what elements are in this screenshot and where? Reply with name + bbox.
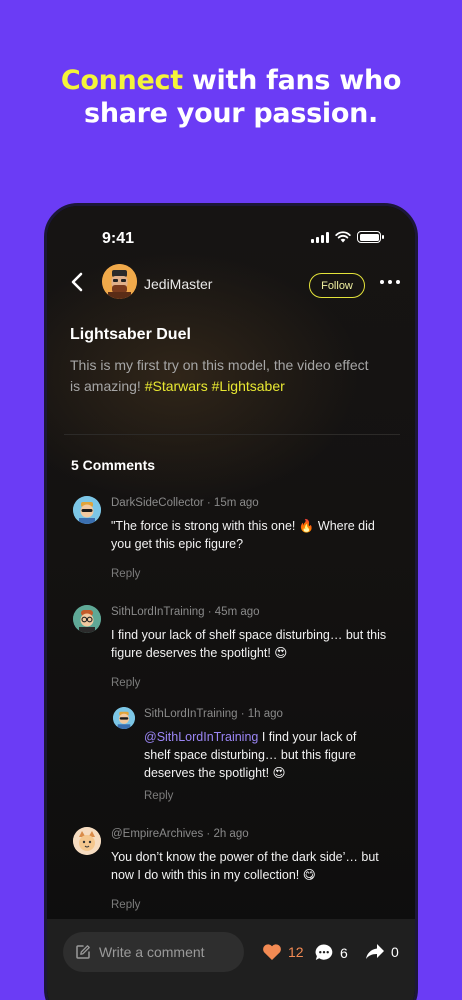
headline-line1: with fans who xyxy=(182,65,402,96)
headline-line2: share your passion. xyxy=(84,98,378,129)
status-time: 9:41 xyxy=(102,230,135,247)
divider xyxy=(64,434,400,435)
reply-button[interactable]: Reply xyxy=(111,677,140,689)
post-body: This is my first try on this model, the … xyxy=(70,355,370,397)
comment-text: You don’t know the power of the dark sid… xyxy=(111,850,379,882)
share-count: 0 xyxy=(391,943,399,960)
author-name[interactable]: JediMaster xyxy=(144,276,212,292)
follow-button[interactable]: Follow xyxy=(309,273,365,298)
more-options-icon[interactable] xyxy=(380,280,400,284)
comment-meta: DarkSideCollector · 15m ago xyxy=(111,497,259,509)
share-arrow-icon xyxy=(366,944,384,959)
user-mention[interactable]: @SithLordInTraining xyxy=(144,730,258,744)
comment-meta: SithLordInTraining · 1h ago xyxy=(144,708,283,720)
headline: Connect with fans who share your passion… xyxy=(0,64,462,130)
comment-text: "The force is strong with this one! 🔥 Wh… xyxy=(111,519,375,551)
chat-bubble-icon xyxy=(315,944,333,960)
comment-time: 15m ago xyxy=(213,497,259,509)
comment-text: @SithLordInTraining I find your lack of … xyxy=(144,728,376,782)
comment-meta: SithLordInTraining · 45m ago xyxy=(111,606,260,618)
post-screen: 9:41 JediMaster Follow Lightsaber Duel T… xyxy=(47,206,415,1000)
cellular-signal-icon xyxy=(311,231,329,243)
wifi-icon xyxy=(335,231,351,243)
comment-count: 6 xyxy=(340,944,348,961)
author-avatar[interactable] xyxy=(102,264,137,299)
commenter-avatar[interactable] xyxy=(73,827,101,855)
comments-button[interactable]: 6 xyxy=(314,943,348,962)
commenter-name[interactable]: DarkSideCollector xyxy=(111,497,204,509)
heart-icon xyxy=(263,944,281,960)
battery-icon xyxy=(357,231,384,243)
comment-time: 45m ago xyxy=(214,606,260,618)
comment-input[interactable]: Write a comment xyxy=(63,932,244,972)
post-title: Lightsaber Duel xyxy=(70,326,191,343)
reply-button[interactable]: Reply xyxy=(111,899,140,911)
back-chevron-icon[interactable] xyxy=(67,270,89,294)
comment-input-placeholder: Write a comment xyxy=(99,944,205,960)
comment-time: 2h ago xyxy=(213,828,249,840)
commenter-avatar[interactable] xyxy=(73,605,101,633)
commenter-name[interactable]: @EmpireArchives xyxy=(111,828,203,840)
comment-time: 1h ago xyxy=(247,708,283,720)
hashtag-lightsaber[interactable]: #Lightsaber xyxy=(212,378,285,394)
like-button[interactable]: 12 xyxy=(262,943,304,961)
like-count: 12 xyxy=(288,944,304,960)
commenter-avatar[interactable] xyxy=(113,707,135,729)
status-icons xyxy=(311,231,384,243)
hashtag-starwars[interactable]: #Starwars xyxy=(145,378,208,394)
headline-highlight: Connect xyxy=(60,65,183,96)
edit-icon xyxy=(76,945,90,959)
reply-button[interactable]: Reply xyxy=(144,790,173,802)
commenter-avatar[interactable] xyxy=(73,496,101,524)
comment-text: I find your lack of shelf space disturbi… xyxy=(111,628,387,660)
commenter-name[interactable]: SithLordInTraining xyxy=(144,708,238,720)
reply-button[interactable]: Reply xyxy=(111,568,140,580)
share-button[interactable]: 0 xyxy=(365,943,399,960)
commenter-name[interactable]: SithLordInTraining xyxy=(111,606,205,618)
comment-meta: @EmpireArchives · 2h ago xyxy=(111,828,249,840)
comments-count: 5 Comments xyxy=(71,457,156,473)
bottom-action-bar: Write a comment 12 6 0 xyxy=(47,919,415,1000)
phone-frame: 9:41 JediMaster Follow Lightsaber Duel T… xyxy=(44,203,418,1000)
